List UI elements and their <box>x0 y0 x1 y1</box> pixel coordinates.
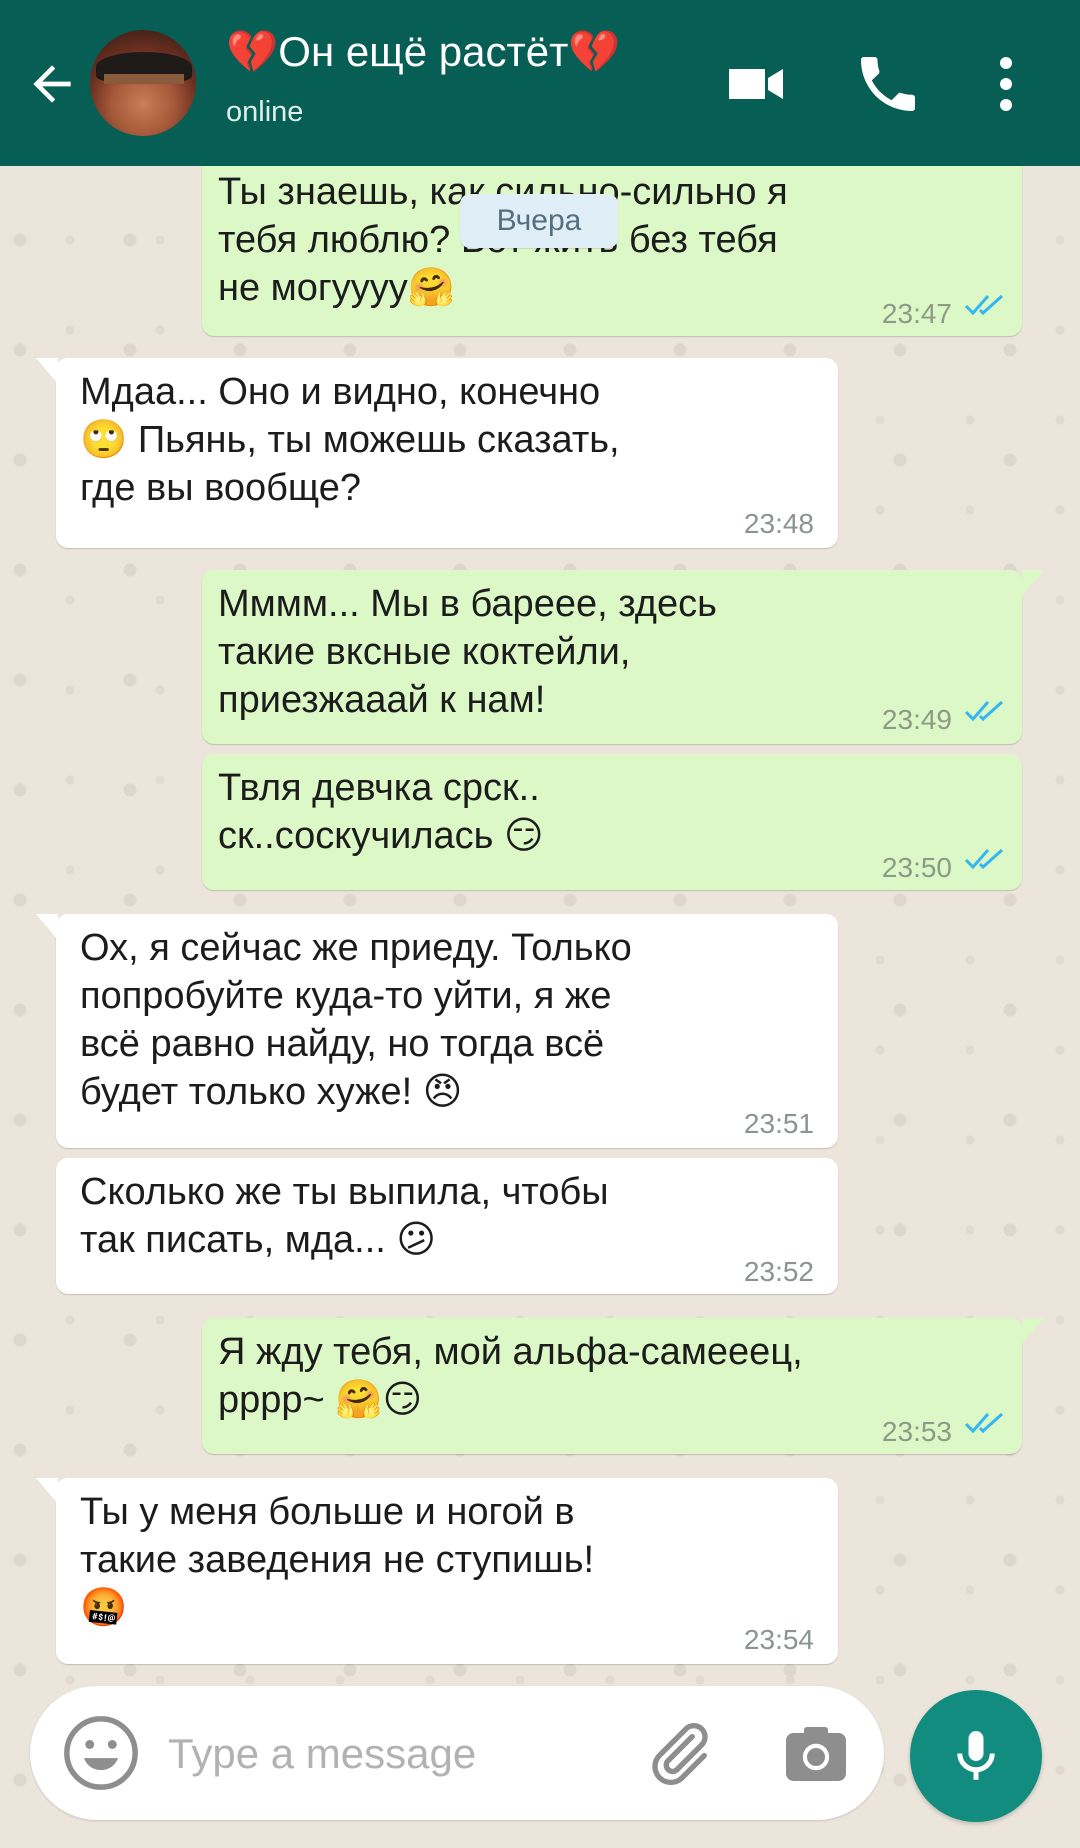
message-bubble-in[interactable]: Ох, я сейчас же приеду. Только попробуйт… <box>36 914 838 1148</box>
bubble-tail <box>1022 570 1044 596</box>
read-ticks-icon <box>964 294 1004 316</box>
back-arrow-icon[interactable] <box>24 56 80 112</box>
message-bubble-in[interactable]: Мдаа... Оно и видно, конечно 🙄 Пьянь, ты… <box>36 358 838 548</box>
message-text: Мммм... Мы в бареее, здесь такие вксные … <box>218 583 717 721</box>
message-time: 23:47 <box>881 298 952 329</box>
bubble-tail <box>36 358 58 384</box>
message-text: Твля девчка срск.. ск..соскучилась 😏 <box>218 767 544 857</box>
read-ticks-icon <box>964 700 1004 722</box>
message-time: 23:52 <box>743 1256 814 1287</box>
message-bubble-in[interactable]: Сколько же ты выпила, чтобы так писать, … <box>56 1158 838 1294</box>
message-text: Я жду тебя, мой альфа-самееец, рррр~ 🤗😏 <box>218 1331 803 1421</box>
message-time: 23:48 <box>743 508 814 539</box>
message-bubble-out[interactable]: Мммм... Мы в бареее, здесь такие вксные … <box>202 570 1044 744</box>
camera-icon[interactable] <box>780 1718 852 1790</box>
contact-name[interactable]: 💔Он ещё растёт💔 <box>226 28 621 77</box>
message-bubble-out[interactable]: Твля девчка срск.. ск..соскучилась 😏 23:… <box>202 754 1022 890</box>
emoji-icon[interactable] <box>60 1712 142 1794</box>
bubble-tail <box>36 1478 58 1504</box>
more-vert-icon[interactable] <box>970 48 1042 120</box>
mic-icon <box>957 1731 995 1780</box>
message-text: Мдаа... Оно и видно, конечно 🙄 Пьянь, ты… <box>80 371 620 509</box>
compose-bar <box>30 1686 884 1820</box>
message-text: Ты у меня больше и ногой в такие заведен… <box>80 1491 595 1629</box>
attach-icon[interactable] <box>640 1716 716 1792</box>
read-ticks-icon <box>964 1412 1004 1434</box>
message-time: 23:54 <box>743 1624 814 1655</box>
message-bubble-in[interactable]: Ты у меня больше и ногой в такие заведен… <box>36 1478 838 1664</box>
bubble-tail <box>36 914 58 940</box>
message-text: Сколько же ты выпила, чтобы так писать, … <box>80 1171 609 1261</box>
date-separator: Вчера <box>460 194 618 248</box>
chat-header: 💔Он ещё растёт💔 online <box>0 0 1080 166</box>
message-input[interactable] <box>166 1716 630 1792</box>
bubble-tail <box>1022 1318 1044 1344</box>
message-time: 23:53 <box>881 1416 952 1447</box>
message-time: 23:51 <box>743 1108 814 1139</box>
contact-status: online <box>226 96 304 128</box>
message-time: 23:50 <box>881 852 952 883</box>
message-bubble-out[interactable]: Ты знаешь, как сильно-сильно я тебя любл… <box>202 166 1022 336</box>
phone-icon[interactable] <box>852 48 924 120</box>
message-bubble-out[interactable]: Я жду тебя, мой альфа-самееец, рррр~ 🤗😏 … <box>202 1318 1044 1454</box>
read-ticks-icon <box>964 848 1004 870</box>
message-time: 23:49 <box>881 704 952 735</box>
video-call-icon[interactable] <box>720 48 792 120</box>
message-text: Ох, я сейчас же приеду. Только попробуйт… <box>80 927 632 1113</box>
avatar[interactable] <box>90 30 196 136</box>
mic-button[interactable] <box>910 1690 1042 1822</box>
